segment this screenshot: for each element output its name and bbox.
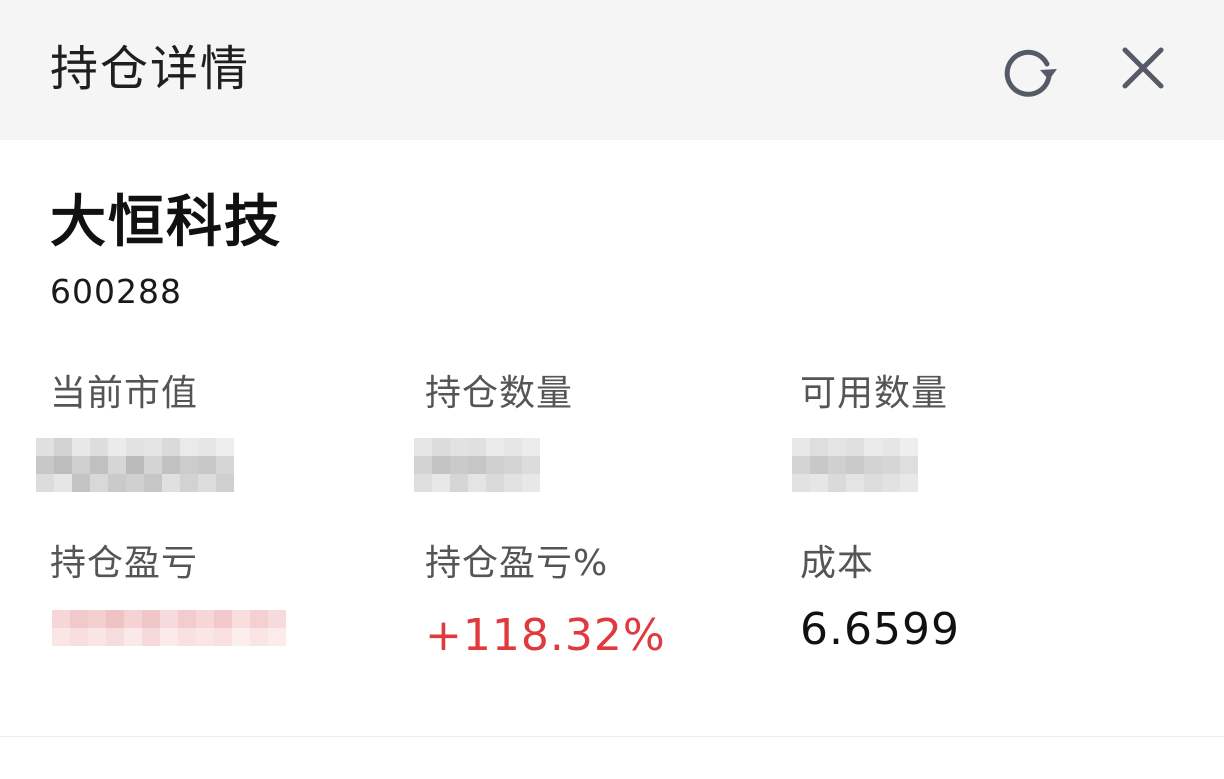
position-quantity-redacted: [414, 438, 540, 492]
cost-label: 成本: [800, 543, 875, 584]
header-bar: 持仓详情: [0, 0, 1224, 140]
refresh-icon: [1004, 49, 1057, 97]
position-pnl-percent-label: 持仓盈亏%: [425, 543, 609, 584]
available-quantity-redacted: [792, 438, 918, 492]
close-button[interactable]: [1110, 36, 1176, 102]
market-value-label: 当前市值: [50, 373, 199, 414]
market-value-redacted: [36, 438, 234, 492]
position-quantity-label: 持仓数量: [425, 373, 574, 414]
stock-name: 大恒科技: [50, 190, 282, 255]
refresh-button[interactable]: [996, 38, 1062, 104]
cost-value: 6.6599: [800, 604, 960, 655]
position-pnl-redacted: [52, 610, 286, 646]
divider: [0, 736, 1224, 737]
available-quantity-label: 可用数量: [800, 373, 949, 414]
position-pnl-percent-value: +118.32%: [425, 610, 666, 661]
close-icon: [1122, 47, 1164, 89]
position-detail-page: 持仓详情 大恒科技 600288 当前市值 持仓数量 可用数量 持仓盈亏 持仓盈…: [0, 0, 1224, 779]
stock-code: 600288: [50, 272, 182, 311]
position-pnl-label: 持仓盈亏: [50, 543, 199, 584]
page-title: 持仓详情: [50, 41, 251, 97]
